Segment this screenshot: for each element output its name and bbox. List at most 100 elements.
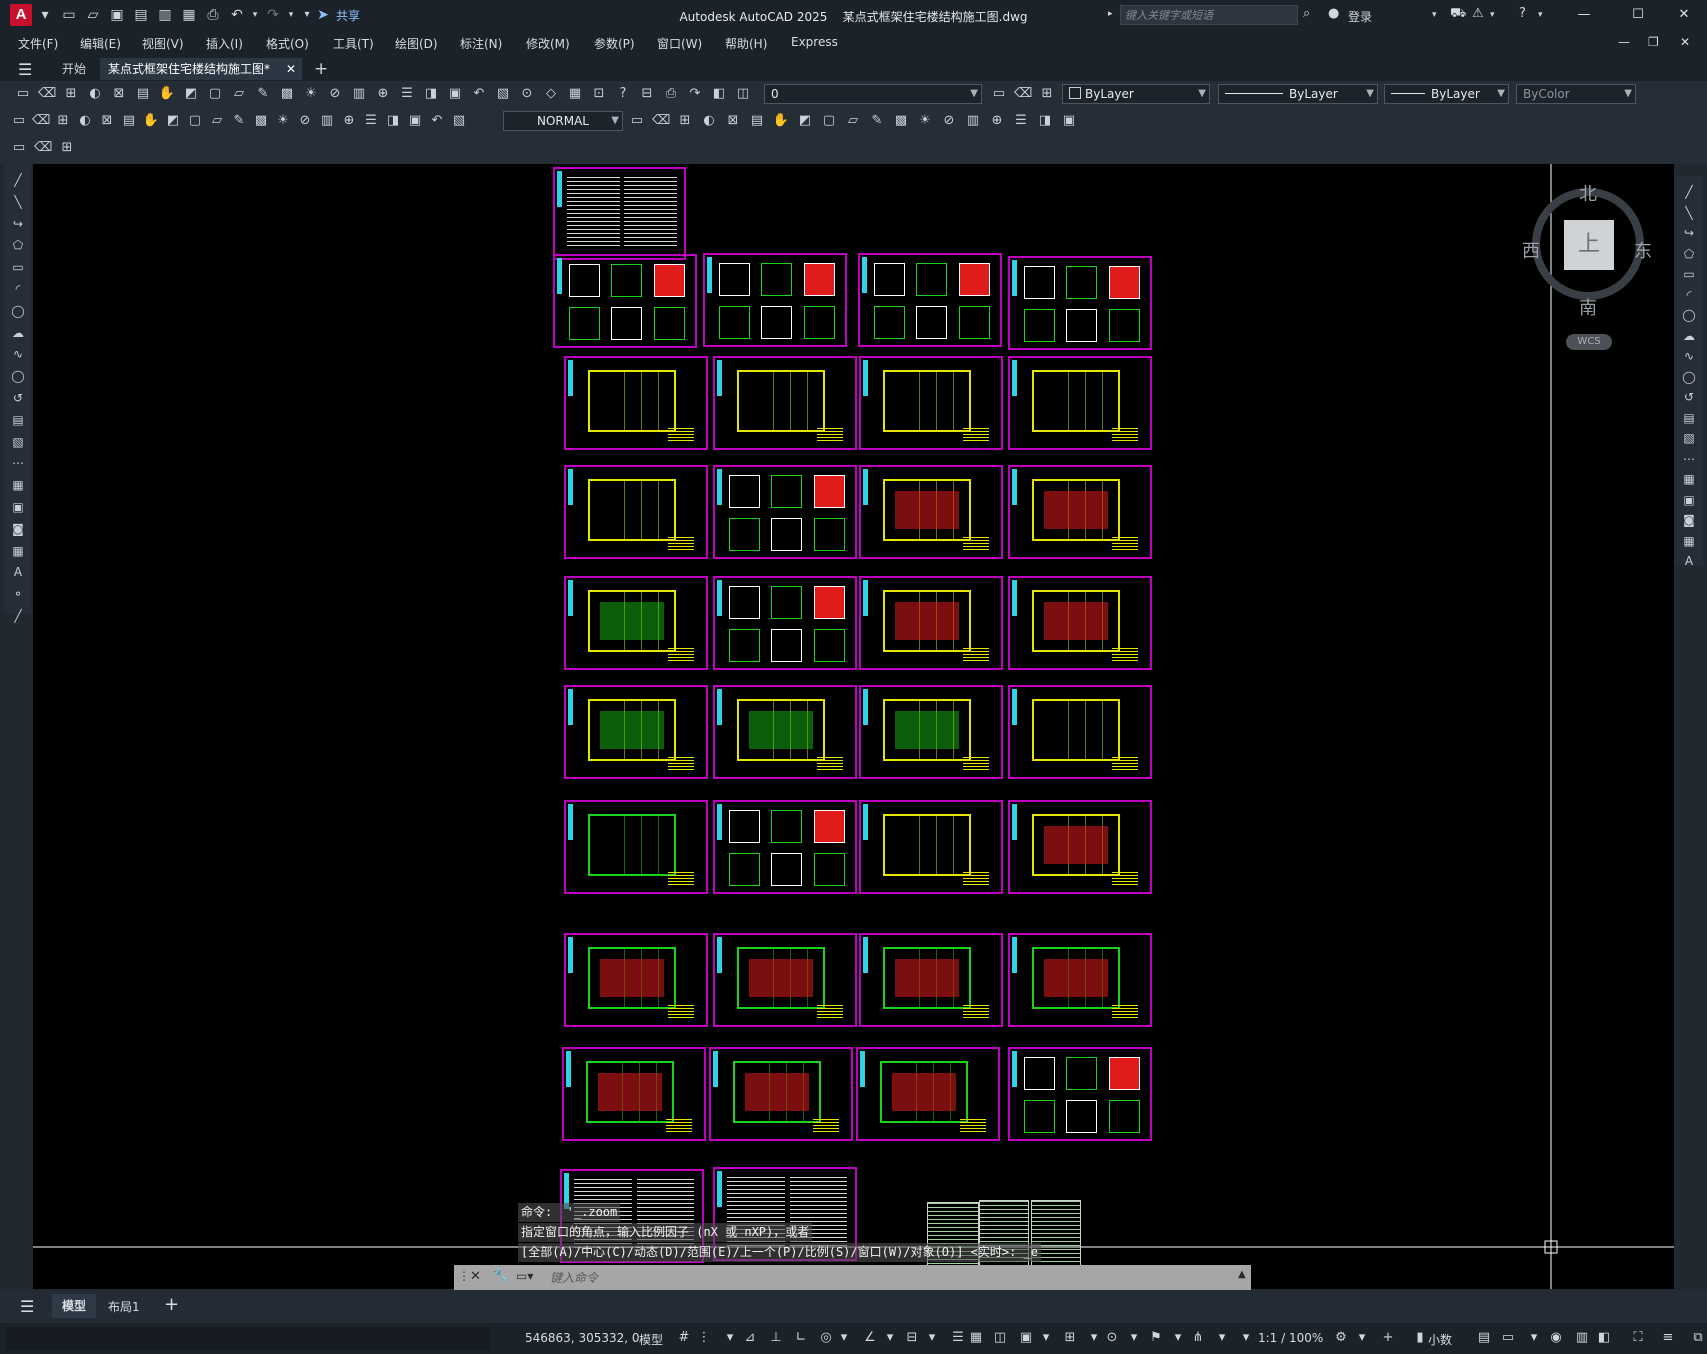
standard-tool-icon[interactable]: ▧: [494, 85, 512, 103]
standard-tool-icon[interactable]: ⌫: [38, 85, 56, 103]
search-input[interactable]: 键入关键字或短语: [1120, 5, 1298, 25]
close-button[interactable]: ✕: [1664, 4, 1704, 26]
menu-file[interactable]: 文件(F): [18, 35, 58, 52]
constraint-tool-icon[interactable]: ▩: [892, 112, 910, 130]
draw-tool-icon[interactable]: ◙: [9, 521, 27, 537]
tab-start[interactable]: 开始: [54, 58, 94, 80]
standard-tool-icon[interactable]: ↶: [470, 85, 488, 103]
dimension-tool-icon[interactable]: ▢: [186, 112, 204, 130]
draw-tool-icon[interactable]: ▦: [9, 543, 27, 559]
standard-tool-icon[interactable]: ▢: [206, 85, 224, 103]
modify-tool-icon[interactable]: ▦: [1680, 533, 1698, 549]
dimension-tool-icon[interactable]: ⊞: [54, 112, 72, 130]
standard-tool-icon[interactable]: ▥: [350, 85, 368, 103]
status-toggle-icon[interactable]: ⚙: [1333, 1330, 1349, 1346]
chevron-down-icon[interactable]: ▾: [1432, 10, 1437, 20]
status-toggle-icon[interactable]: ◧: [1596, 1330, 1612, 1346]
linetype-dropdown[interactable]: ByLayer ▼: [1218, 84, 1378, 104]
modify-tool-icon[interactable]: ↺: [1680, 389, 1698, 405]
standard-tool-icon[interactable]: ▤: [134, 85, 152, 103]
constraint-tool-icon[interactable]: ◨: [1036, 112, 1054, 130]
modify-tool-icon[interactable]: ╲: [1680, 205, 1698, 221]
status-toggle-icon[interactable]: ⚑: [1148, 1330, 1164, 1346]
standard-tool-icon[interactable]: ✎: [254, 85, 272, 103]
constraint-tool-icon[interactable]: ⌫: [652, 112, 670, 130]
menu-modify[interactable]: 修改(M): [526, 35, 570, 52]
status-toggle-icon[interactable]: ▥: [1574, 1330, 1590, 1346]
status-toggle-icon[interactable]: ▣: [1018, 1330, 1034, 1346]
menu-window[interactable]: 窗口(W): [657, 35, 702, 52]
constraint-tool-icon[interactable]: ✎: [868, 112, 886, 130]
viewcube-south[interactable]: 南: [1579, 294, 1597, 320]
constraint-tool-icon[interactable]: ☀: [916, 112, 934, 130]
viewcube-north[interactable]: 北: [1579, 180, 1597, 206]
standard-tool-icon[interactable]: ☰: [398, 85, 416, 103]
new-tab-button[interactable]: +: [306, 58, 336, 80]
maximize-button[interactable]: ☐: [1618, 4, 1658, 26]
share-button[interactable]: 共享: [336, 7, 360, 24]
standard-tool-icon[interactable]: ▣: [446, 85, 464, 103]
dimension-tool-icon[interactable]: ▭: [10, 112, 28, 130]
status-toggle-icon[interactable]: ▭: [1500, 1330, 1516, 1346]
dimension-tool-icon[interactable]: ⌫: [32, 112, 50, 130]
extra-tool-icon[interactable]: ⌫: [34, 139, 52, 157]
status-toggle-icon[interactable]: ⛶: [1630, 1330, 1646, 1346]
doc-minimize-button[interactable]: —: [1618, 35, 1630, 49]
modify-tool-icon[interactable]: ◯: [1680, 307, 1698, 323]
standard-tool-icon[interactable]: ⊟: [638, 85, 656, 103]
draw-tool-icon[interactable]: ⚬: [9, 586, 27, 602]
dimstyle-dropdown[interactable]: NORMAL ▼: [503, 111, 623, 131]
modify-tool-icon[interactable]: ⋯: [1680, 451, 1698, 467]
units-button[interactable]: 小数: [1428, 1331, 1452, 1348]
dimension-tool-icon[interactable]: ▣: [406, 112, 424, 130]
status-toggle-icon[interactable]: ▾: [836, 1330, 852, 1346]
constraint-tool-icon[interactable]: ▥: [964, 112, 982, 130]
undo-dropdown-icon[interactable]: ▾: [246, 6, 264, 24]
plotstyle-dropdown[interactable]: ByColor ▼: [1516, 84, 1636, 104]
constraint-tool-icon[interactable]: ☰: [1012, 112, 1030, 130]
draw-tool-icon[interactable]: ∿: [9, 346, 27, 362]
constraint-tool-icon[interactable]: ✋: [772, 112, 790, 130]
status-toggle-icon[interactable]: ◫: [992, 1330, 1008, 1346]
chevron-down-icon[interactable]: ▾: [1538, 10, 1543, 20]
status-toggle-icon[interactable]: ▾: [882, 1330, 898, 1346]
menu-help[interactable]: 帮助(H): [725, 35, 767, 52]
open-folder-icon[interactable]: ▱: [84, 6, 102, 24]
status-toggle-icon[interactable]: ◎: [818, 1330, 834, 1346]
status-toggle-icon[interactable]: ⊟: [904, 1330, 920, 1346]
draw-tool-icon[interactable]: ▦: [9, 477, 27, 493]
menu-format[interactable]: 格式(O): [266, 35, 309, 52]
extra-tool-icon[interactable]: ⊞: [58, 139, 76, 157]
status-toggle-icon[interactable]: ⋔: [1190, 1330, 1206, 1346]
dimension-tool-icon[interactable]: ◩: [164, 112, 182, 130]
status-toggle-icon[interactable]: ◉: [1548, 1330, 1564, 1346]
draw-tool-icon[interactable]: ↪: [9, 216, 27, 232]
layer-dropdown[interactable]: 0 ▼: [764, 84, 982, 104]
standard-tool-icon[interactable]: ⊕: [374, 85, 392, 103]
constraint-tool-icon[interactable]: ⊞: [676, 112, 694, 130]
modify-tool-icon[interactable]: ▭: [1680, 266, 1698, 282]
status-toggle-icon[interactable]: ⊿: [742, 1330, 758, 1346]
standard-tool-icon[interactable]: ◫: [734, 85, 752, 103]
menu-express[interactable]: Express: [791, 35, 838, 49]
constraint-tool-icon[interactable]: ▤: [748, 112, 766, 130]
save-icon[interactable]: ▣: [108, 6, 126, 24]
layer-tool-icon[interactable]: ⊞: [1038, 85, 1056, 103]
standard-tool-icon[interactable]: ⎙: [662, 85, 680, 103]
standard-tool-icon[interactable]: ▩: [278, 85, 296, 103]
chevron-right-icon[interactable]: ▸: [1108, 9, 1113, 19]
modify-tool-icon[interactable]: ▦: [1680, 471, 1698, 487]
draw-tool-icon[interactable]: ╲: [9, 194, 27, 210]
standard-tool-icon[interactable]: ☀: [302, 85, 320, 103]
undo-icon[interactable]: ↶: [228, 6, 246, 24]
modify-tool-icon[interactable]: ◜: [1680, 287, 1698, 303]
constraint-tool-icon[interactable]: ▭: [628, 112, 646, 130]
wcs-menu[interactable]: WCS: [1566, 334, 1612, 350]
menu-draw[interactable]: 绘图(D): [395, 35, 438, 52]
status-toggle-icon[interactable]: ⋮: [696, 1330, 712, 1346]
customize-wrench-icon[interactable]: 🔧: [492, 1268, 509, 1284]
doc-restore-button[interactable]: ❐: [1648, 35, 1659, 49]
draw-tool-icon[interactable]: ⋯: [9, 455, 27, 471]
standard-tool-icon[interactable]: ◩: [182, 85, 200, 103]
dimension-tool-icon[interactable]: ▥: [318, 112, 336, 130]
